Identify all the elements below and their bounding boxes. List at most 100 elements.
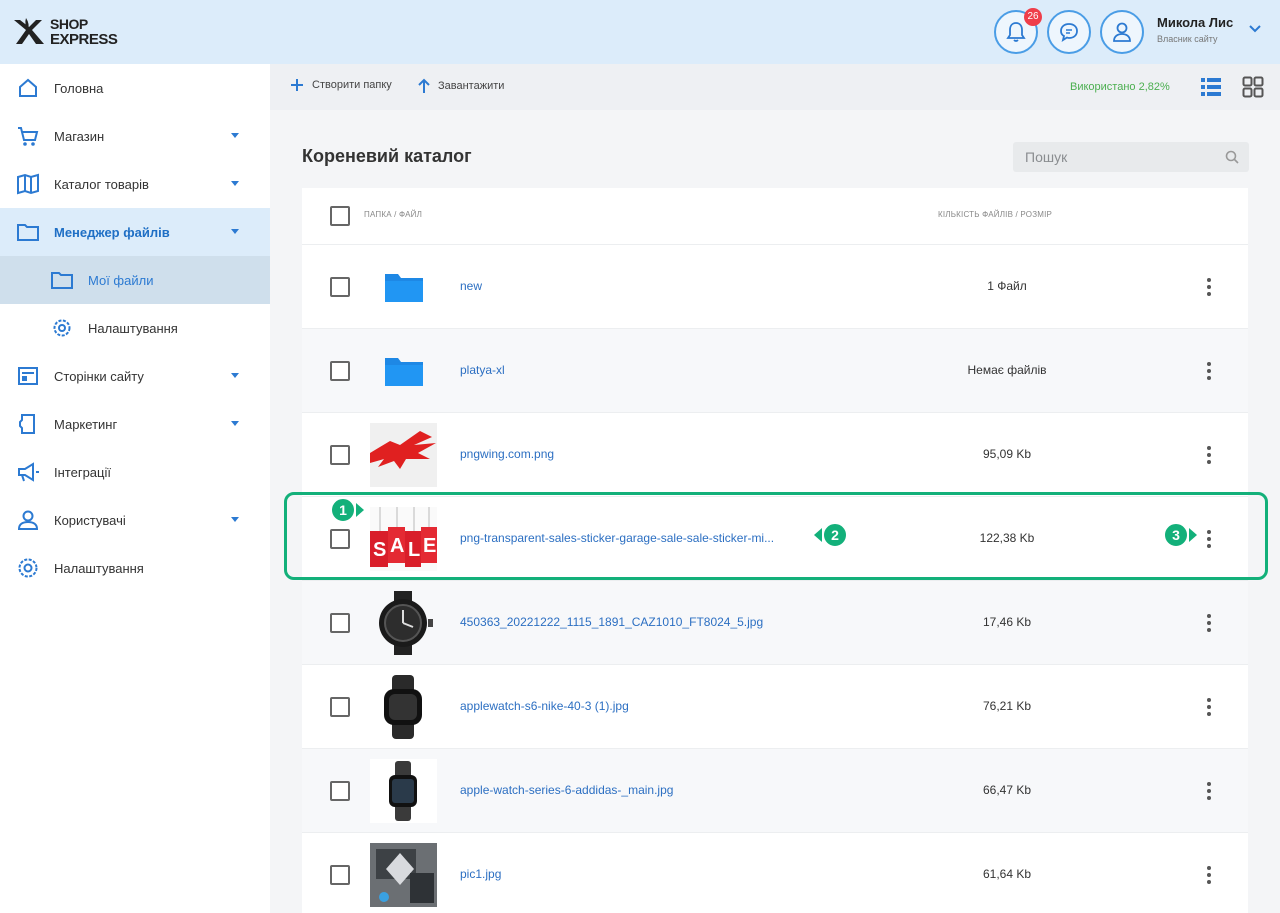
sidebar-item-marketing[interactable]: Маркетинг bbox=[0, 400, 270, 448]
row-checkbox[interactable] bbox=[330, 697, 350, 717]
folder-icon bbox=[51, 272, 73, 289]
messages-button[interactable] bbox=[1047, 10, 1091, 54]
watch-image bbox=[370, 591, 437, 655]
more-options-icon[interactable] bbox=[1199, 443, 1219, 467]
more-options-icon[interactable] bbox=[1199, 779, 1219, 803]
marker-number: 2 bbox=[822, 522, 848, 548]
row-checkbox[interactable] bbox=[330, 361, 350, 381]
smartwatch-image bbox=[370, 759, 437, 823]
plus-icon bbox=[291, 79, 303, 91]
sidebar-item-site-pages[interactable]: Сторінки сайту bbox=[0, 352, 270, 400]
sidebar-item-label: Користувачі bbox=[54, 512, 126, 528]
sidebar: Головна Магазин Каталог товарів Менеджер… bbox=[0, 64, 270, 913]
megaphone-icon bbox=[18, 462, 39, 482]
search-icon[interactable] bbox=[1225, 150, 1239, 164]
chat-icon bbox=[1060, 23, 1078, 42]
caret-down-icon bbox=[231, 181, 239, 186]
table-row[interactable]: apple-watch-series-6-addidas-_main.jpg 6… bbox=[302, 748, 1248, 832]
table-row[interactable]: applewatch-s6-nike-40-3 (1).jpg 76,21 Kb bbox=[302, 664, 1248, 748]
page-title: Кореневий каталог bbox=[302, 146, 472, 166]
file-size: 76,21 Kb bbox=[982, 699, 1032, 713]
caret-down-icon bbox=[231, 373, 239, 378]
home-icon bbox=[19, 78, 37, 97]
file-size: 17,46 Kb bbox=[982, 615, 1032, 629]
row-checkbox[interactable] bbox=[330, 445, 350, 465]
table-row[interactable]: pic1.jpg 61,64 Kb bbox=[302, 832, 1248, 913]
more-options-icon[interactable] bbox=[1199, 359, 1219, 383]
sidebar-item-users[interactable]: Користувачі bbox=[0, 496, 270, 544]
more-options-icon[interactable] bbox=[1199, 275, 1219, 299]
create-folder-button[interactable]: Створити папку bbox=[290, 78, 392, 92]
sidebar-item-label: Каталог товарів bbox=[54, 176, 149, 192]
sidebar-item-catalog[interactable]: Каталог товарів bbox=[0, 160, 270, 208]
marker-pointer bbox=[1189, 528, 1197, 542]
caret-down-icon bbox=[231, 133, 239, 138]
caret-down-icon bbox=[231, 421, 239, 426]
product-photo-image bbox=[370, 843, 437, 907]
file-name-link[interactable]: apple-watch-series-6-addidas-_main.jpg bbox=[460, 783, 673, 797]
caret-down-icon bbox=[231, 517, 239, 522]
upload-button[interactable]: Завантажити bbox=[418, 78, 504, 94]
top-bar: SHOP EXPRESS 26 Микола Лис Власник сайту bbox=[0, 0, 1280, 64]
folder-thumbnail[interactable] bbox=[370, 339, 437, 403]
user-role: Власник сайту bbox=[1157, 34, 1218, 44]
row-checkbox[interactable] bbox=[330, 613, 350, 633]
table-row[interactable]: platya-xl Немає файлів bbox=[302, 328, 1248, 412]
logo-text-bottom: EXPRESS bbox=[50, 31, 118, 48]
user-name[interactable]: Микола Лис bbox=[1157, 15, 1233, 30]
cart-icon bbox=[18, 127, 39, 146]
image-thumbnail[interactable] bbox=[370, 675, 437, 739]
sidebar-item-my-files[interactable]: Мої файли bbox=[0, 256, 270, 304]
list-view-icon[interactable] bbox=[1200, 76, 1222, 98]
sidebar-item-label: Мої файли bbox=[88, 272, 154, 288]
sidebar-item-integrations[interactable]: Інтеграції bbox=[0, 448, 270, 496]
chevron-down-icon[interactable] bbox=[1248, 24, 1262, 34]
sidebar-item-shop[interactable]: Магазин bbox=[0, 112, 270, 160]
marketing-icon bbox=[19, 414, 35, 434]
smartwatch-image bbox=[370, 675, 437, 739]
sidebar-item-settings[interactable]: Налаштування bbox=[0, 544, 270, 592]
marker-number: 3 bbox=[1163, 522, 1189, 548]
file-name-link[interactable]: new bbox=[460, 279, 482, 293]
logo[interactable]: SHOP EXPRESS bbox=[12, 14, 122, 50]
image-thumbnail[interactable] bbox=[370, 423, 437, 487]
file-size: 95,09 Kb bbox=[982, 447, 1032, 461]
column-header-size: Кількість файлів / розмір bbox=[938, 210, 1053, 219]
bell-icon bbox=[1006, 22, 1026, 42]
gear-icon bbox=[53, 319, 71, 337]
row-checkbox[interactable] bbox=[330, 277, 350, 297]
file-name-link[interactable]: pngwing.com.png bbox=[460, 447, 554, 461]
file-name-link[interactable]: 450363_20221222_1115_1891_CAZ1010_FT8024… bbox=[460, 615, 763, 629]
image-thumbnail[interactable] bbox=[370, 843, 437, 907]
sidebar-item-file-manager[interactable]: Менеджер файлів bbox=[0, 208, 270, 256]
image-thumbnail[interactable] bbox=[370, 591, 437, 655]
sidebar-item-label: Менеджер файлів bbox=[54, 224, 170, 240]
file-name-link[interactable]: platya-xl bbox=[460, 363, 505, 377]
select-all-checkbox[interactable] bbox=[330, 206, 350, 226]
image-thumbnail[interactable] bbox=[370, 759, 437, 823]
grid-view-icon[interactable] bbox=[1242, 76, 1264, 98]
file-name-link[interactable]: pic1.jpg bbox=[460, 867, 501, 881]
notifications-badge: 26 bbox=[1024, 8, 1042, 26]
table-row[interactable]: 450363_20221222_1115_1891_CAZ1010_FT8024… bbox=[302, 580, 1248, 664]
user-avatar-button[interactable] bbox=[1100, 10, 1144, 54]
sidebar-item-home[interactable]: Головна bbox=[0, 64, 270, 112]
sidebar-item-file-settings[interactable]: Налаштування bbox=[0, 304, 270, 352]
step-marker-2: 2 bbox=[814, 522, 848, 548]
search-box[interactable] bbox=[1013, 142, 1249, 172]
row-checkbox[interactable] bbox=[330, 865, 350, 885]
file-name-link[interactable]: applewatch-s6-nike-40-3 (1).jpg bbox=[460, 699, 629, 713]
file-size: 61,64 Kb bbox=[982, 867, 1032, 881]
step-marker-1: 1 bbox=[330, 497, 364, 523]
more-options-icon[interactable] bbox=[1199, 863, 1219, 887]
folder-thumbnail[interactable] bbox=[370, 255, 437, 319]
table-row[interactable]: new 1 Файл bbox=[302, 244, 1248, 328]
table-row[interactable]: pngwing.com.png 95,09 Kb bbox=[302, 412, 1248, 496]
sidebar-item-label: Сторінки сайту bbox=[54, 368, 144, 384]
marker-pointer bbox=[356, 503, 364, 517]
row-checkbox[interactable] bbox=[330, 781, 350, 801]
more-options-icon[interactable] bbox=[1199, 611, 1219, 635]
search-input[interactable] bbox=[1013, 142, 1213, 172]
more-options-icon[interactable] bbox=[1199, 695, 1219, 719]
caret-down-icon bbox=[231, 229, 239, 234]
